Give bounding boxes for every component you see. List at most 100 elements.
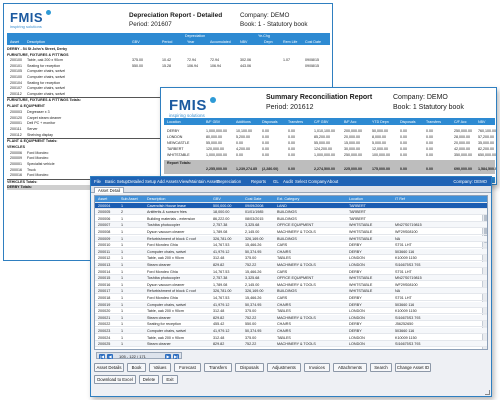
grid-column-header[interactable]: Cost Date [245,197,276,201]
asset-details-button[interactable]: Asset Details [94,363,124,372]
values-button[interactable]: Values [149,363,171,372]
asset-cell: 2,145.00 [245,230,260,234]
asset-cell: 200006 [98,216,111,221]
grid-column-header[interactable]: Sub Asset [121,197,146,201]
asset-row[interactable]: 200010 1 Ford Mondeo Ghia 14,767.53 15,466.2… [95,242,487,249]
forecast-button[interactable]: Forecast [174,363,201,372]
asset-cell: 3,325.68 [245,223,260,228]
asset-cell: Steam cleaner [147,263,171,267]
asset-cell: SI16675S3 793 [395,263,421,267]
asset-cell: K10009 1150 [395,256,417,261]
delete-button[interactable]: Delete [139,375,159,384]
asset-cell: MN27S0719815 [395,276,422,281]
grid-column-header[interactable]: Ext. Category [277,197,348,201]
asset-cell: DERBY [349,322,362,327]
asset-cell: TARBERT [349,210,366,215]
menu-item-about[interactable]: About [327,179,338,184]
pager-last-icon[interactable]: ▶| [173,353,179,359]
action-button-row-2: Download to Excel Delete Exit [94,375,490,385]
asset-row[interactable]: 200014 1 Ford Mondeo Ghia 14,767.53 15,466.2… [95,269,487,275]
asset-row[interactable]: 200006 1 Building materials - extension 86,… [95,216,487,222]
summary-cell: 42,000.00 [454,146,470,151]
menu-item-basic-setup[interactable]: Basic Setup [105,179,128,184]
asset-row[interactable]: 200012 1 Table, oak 200 x 90cm 312.48 375.00… [95,255,487,262]
menu-item-view-maintain-assets[interactable]: View/Maintain Assets [179,179,220,184]
asset-cell: 3,325.68 [245,276,260,281]
menu-item-audit[interactable]: Audit [283,179,293,184]
grid-header-row: Asset Sub Asset Description GBV Cost Date Ext… [95,196,487,203]
asset-cell: ST01 LHT [395,243,412,248]
asset-row[interactable]: 200025 1 Steam cleaner 829.82 752.22 MACHINER… [95,341,487,348]
summary-cell: 0.00 [288,152,295,157]
asset-row[interactable]: 200017 1 Refurbishment of block C roof 326,… [95,288,487,295]
pager-first-icon[interactable]: |◀ [99,353,105,359]
grid-column-header[interactable]: IT Ref [395,197,465,201]
menu-item-reports[interactable]: Reports [251,179,266,184]
depreciation-cell: Shelving display [27,132,53,137]
depreciation-cell: Computer chairs, swivel [27,69,66,74]
tab-asset-detail[interactable]: Asset Detail [94,187,125,193]
asset-cell: LAND [277,203,287,208]
summary-cell: 0.00 [288,146,295,151]
grid-column-header[interactable]: Description [147,197,212,201]
menu-item-select-company[interactable]: Select Company [295,179,327,184]
menu-item-gl[interactable]: GL [273,179,279,184]
asset-row[interactable]: 200008 1 Dyson vacuum cleaner 1,789.08 2,145… [95,229,487,236]
menu-item-detailed-setup[interactable]: Detailed Setup [128,179,156,184]
asset-cell: WHITSTABLE [349,236,373,241]
asset-cell: Table, oak 200 x 90cm [147,309,184,314]
depreciation-cell: Ford Mondeo [27,156,49,161]
menu-item-add-assets[interactable]: Add Assets [157,179,179,184]
asset-row[interactable]: 200016 1 Dyson vacuum cleaner 1,789.08 2,145… [95,282,487,288]
asset-cell: BUILDINGS [277,289,297,294]
menu-item-depreciation[interactable]: Depreciation [217,179,241,184]
depreciation-cell: Computer chairs, swivel [27,91,66,96]
search-button[interactable]: Search [370,363,392,372]
depreciation-cell: Degreaser x 3 [27,110,50,115]
depreciation-cell: Ford Mondeo [27,173,49,178]
summary-cell: 350,000.00 [454,152,472,157]
depreciation-cell: Carpet steam cleaner [27,115,62,120]
grid-column-header[interactable]: Location [349,197,394,201]
transfers-button[interactable]: Transfers [204,363,232,372]
logo-text: FMIS [169,97,207,114]
menu-item-file[interactable]: File [94,179,101,184]
depreciation-cell: 375.00 [132,58,143,63]
asset-cell: Steam cleaner [147,315,171,320]
asset-cell: 1 [121,263,124,267]
asset-cell: CARS [277,269,288,274]
asset-row[interactable]: 200024 1 Table, oak 200 x 90cm 312.48 375.00… [95,335,487,341]
adjustments-button[interactable]: Adjustments [267,363,301,372]
depreciation-header-cell: NBV [240,39,248,44]
summary-header-cell: Transfers [288,119,304,124]
asset-row[interactable]: 200005 2 Antifertis & sunscrn fries 18,000.… [95,209,487,216]
asset-cell: Table, oak 200 x 90cm [147,256,184,261]
asset-row[interactable]: 200022 1 Seating for reception 455.42 550.00… [95,321,487,328]
depreciation-cell: 200112 [10,132,22,137]
grid-column-header[interactable]: Asset [98,197,120,201]
exit-button[interactable]: Exit [162,375,178,384]
asset-row[interactable]: 200013 1 Steam cleaner 829.82 752.22 MACHINER… [95,262,487,269]
asset-row[interactable]: 200020 1 Table, oak 200 x 90cm 312.48 375.00… [95,308,487,315]
invoices-button[interactable]: Invoices [304,363,330,372]
asset-row[interactable]: 200009 1 Refurbishment of block C roof 326,… [95,235,487,242]
asset-row[interactable]: 200004 1 Cavendish House lease 500,000.00 09… [95,202,487,209]
asset-row[interactable]: 200019 1 Computer chairs, swivel 41,979.12 5… [95,301,487,308]
attachments-button[interactable]: Attachments [333,363,367,372]
pager-next-icon[interactable]: ▶ [165,353,171,359]
disposals-button[interactable]: Disposals [235,363,264,372]
asset-row[interactable]: 200018 1 Ford Mondeo Ghia 14,767.53 15,466.2… [95,295,487,302]
asset-row[interactable]: 200015 1 Toshiba photocopier 2,757.38 3,325.… [95,275,487,282]
book-button[interactable]: Book [127,363,146,372]
change-asset-id-button[interactable]: Change Asset ID [395,363,431,372]
asset-row[interactable]: 200011 1 Computer chairs, swivel 41,979.12 5… [95,248,487,255]
pager-prev-icon[interactable]: ◀ [107,353,113,359]
asset-row[interactable]: 200023 1 Computer chairs, swivel 41,979.12 5… [95,328,487,335]
asset-row[interactable]: 200007 1 Toshiba photocopier 2,757.38 3,325.… [95,222,487,229]
depreciation-cell: 15.28 [162,63,171,68]
asset-cell: SI16675S3 793 [395,342,421,347]
asset-row[interactable]: 200021 1 Steam cleaner 829.82 752.22 MACHINER… [95,314,487,321]
grid-column-header[interactable]: GBV [213,197,244,201]
download-to-excel-button[interactable]: Download to Excel [94,375,136,384]
window-resize-grip-icon[interactable] [485,390,490,395]
